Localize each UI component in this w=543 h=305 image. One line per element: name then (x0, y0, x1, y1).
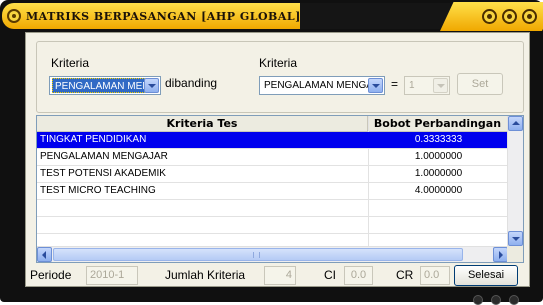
window-title: MATRIKS BERPASANGAN [AHP GLOBAL] (26, 10, 301, 23)
bottom-knob (509, 295, 519, 305)
table-header: Kriteria Tes Bobot Perbandingan (37, 116, 508, 132)
column-header-kriteria[interactable]: Kriteria Tes (37, 116, 368, 132)
kriteria1-select[interactable]: PENGALAMAN MENGAJAR (49, 76, 161, 95)
scroll-up-icon[interactable] (508, 116, 523, 131)
grip-icon (253, 252, 260, 258)
cell-kriteria (40, 200, 365, 216)
cr-label: CR (396, 268, 414, 282)
kriteria2-select[interactable]: PENGALAMAN MENGAJAR (259, 76, 385, 95)
cell-bobot (369, 200, 508, 216)
ci-label: CI (324, 268, 336, 282)
horizontal-scroll-thumb[interactable] (53, 248, 463, 261)
app-window: MATRIKS BERPASANGAN [AHP GLOBAL] Kriteri… (0, 0, 543, 305)
bottom-knob (473, 295, 483, 305)
table-body: TINGKAT PENDIDIKAN 0.3333333 PENGALAMAN … (37, 132, 508, 251)
vertical-scrollbar[interactable] (507, 116, 523, 246)
kriteria1-value: PENGALAMAN MENGAJAR (52, 78, 145, 93)
chevron-down-icon[interactable] (433, 78, 448, 93)
scroll-down-icon[interactable] (508, 231, 523, 246)
ci-field[interactable]: 0.0 (344, 266, 373, 285)
cell-kriteria: TINGKAT PENDIDIKAN (40, 134, 147, 145)
selesai-button[interactable]: Selesai (454, 265, 518, 286)
periode-field[interactable]: 2010-1 (86, 266, 138, 285)
horizontal-scrollbar[interactable] (37, 246, 508, 262)
column-header-bobot[interactable]: Bobot Perbandingan (368, 116, 508, 132)
dibanding-label: dibanding (165, 76, 218, 90)
cell-kriteria: PENGALAMAN MENGAJAR (40, 151, 168, 162)
comparison-table: Kriteria Tes Bobot Perbandingan TINGKAT … (36, 115, 524, 263)
minimize-button[interactable] (482, 9, 497, 24)
equals-sign: = (391, 77, 399, 91)
periode-label: Periode (30, 268, 72, 282)
chevron-down-icon[interactable] (368, 78, 383, 93)
kriteria1-label: Kriteria (51, 56, 90, 70)
cell-kriteria: TEST MICRO TEACHING (40, 185, 156, 196)
table-row[interactable]: TEST MICRO TEACHING 4.0000000 (37, 183, 508, 200)
jumlah-kriteria-field[interactable]: 4 (264, 266, 296, 285)
cell-bobot: 1.0000000 (414, 151, 463, 162)
table-row[interactable] (37, 200, 508, 217)
cell-bobot: 4.0000000 (414, 185, 463, 196)
client-area: Kriteria PENGALAMAN MENGAJAR dibanding K… (25, 32, 530, 287)
set-button[interactable]: Set (457, 73, 503, 95)
scroll-left-icon[interactable] (37, 247, 52, 262)
cell-kriteria: TEST POTENSI AKADEMIK (40, 168, 166, 179)
title-bar[interactable]: MATRIKS BERPASANGAN [AHP GLOBAL] (0, 0, 543, 32)
cell-kriteria (40, 217, 365, 233)
app-icon[interactable] (7, 9, 21, 23)
table-row[interactable]: PENGALAMAN MENGAJAR 1.0000000 (37, 149, 508, 166)
table-row[interactable]: TEST POTENSI AKADEMIK 1.0000000 (37, 166, 508, 183)
scrollbar-corner (507, 246, 523, 262)
jumlah-kriteria-label: Jumlah Kriteria (165, 268, 246, 282)
weight-value: 1 (409, 80, 415, 91)
cell-bobot (369, 217, 508, 233)
table-row[interactable] (37, 217, 508, 234)
scroll-right-icon[interactable] (493, 247, 508, 262)
window-bottom-edge (455, 292, 535, 305)
table-row[interactable]: TINGKAT PENDIDIKAN 0.3333333 (37, 132, 508, 149)
kriteria2-value: PENGALAMAN MENGAJAR (264, 80, 369, 91)
close-button[interactable] (522, 9, 537, 24)
kriteria2-label: Kriteria (259, 56, 298, 70)
cell-bobot: 1.0000000 (414, 168, 463, 179)
maximize-button[interactable] (502, 9, 517, 24)
title-bar-gap (300, 3, 450, 29)
bottom-knob (491, 295, 501, 305)
cr-field[interactable]: 0.0 (420, 266, 450, 285)
cell-bobot: 0.3333333 (414, 134, 463, 145)
comparison-group: Kriteria PENGALAMAN MENGAJAR dibanding K… (36, 41, 524, 113)
weight-select[interactable]: 1 (404, 76, 450, 95)
chevron-down-icon[interactable] (144, 78, 159, 93)
